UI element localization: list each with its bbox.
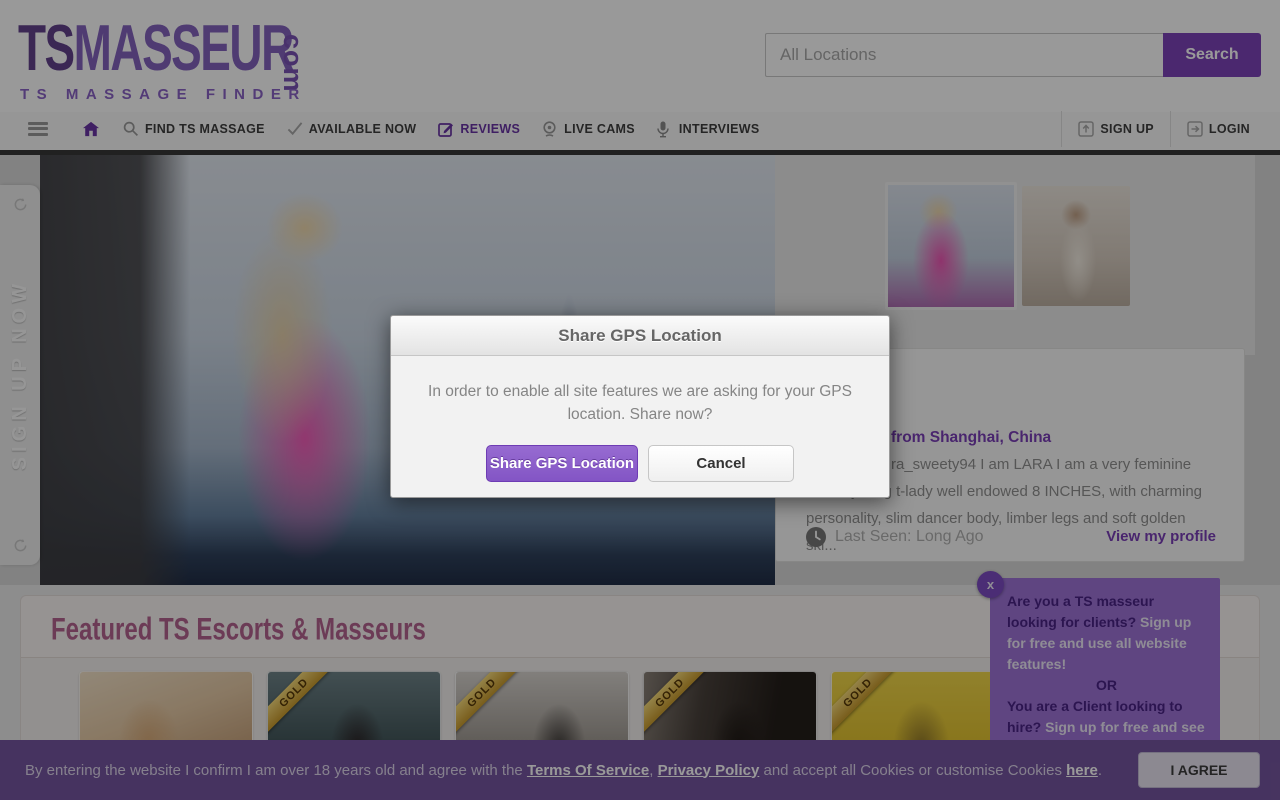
gps-modal-title: Share GPS Location	[391, 316, 889, 356]
gps-modal-actions: Share GPS Location Cancel	[391, 426, 889, 497]
cancel-button[interactable]: Cancel	[648, 445, 794, 482]
share-gps-button[interactable]: Share GPS Location	[486, 445, 638, 482]
gps-modal: Share GPS Location In order to enable al…	[390, 315, 890, 498]
page: TSMASSEUR com TS MASSAGE FINDER Search F…	[0, 0, 1280, 800]
gps-modal-body: In order to enable all site features we …	[391, 356, 889, 426]
